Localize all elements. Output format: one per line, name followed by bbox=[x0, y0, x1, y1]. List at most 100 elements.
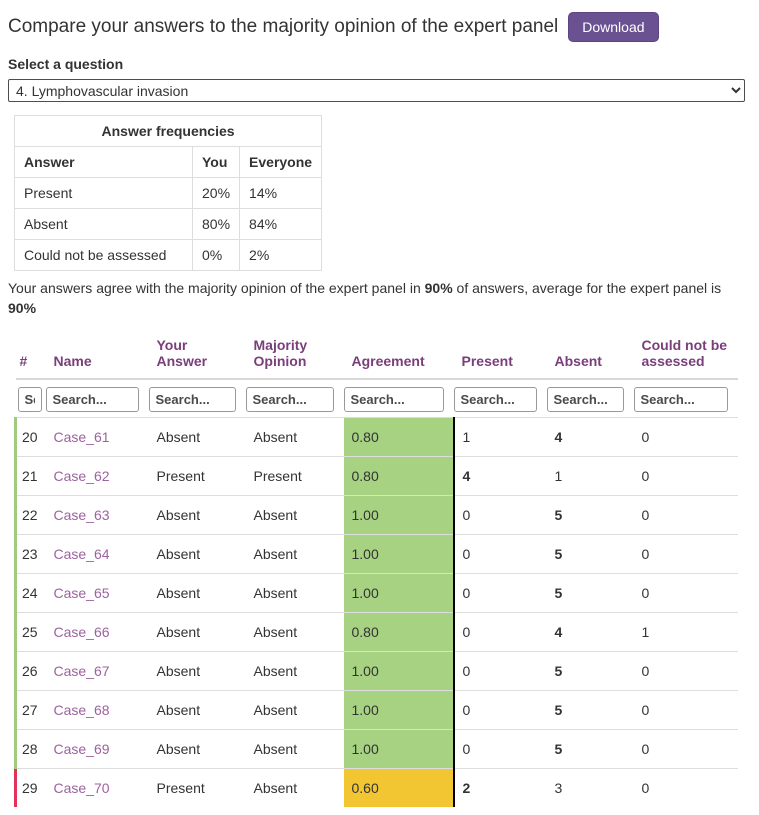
row-number: 22 bbox=[16, 495, 46, 534]
present-count: 0 bbox=[454, 729, 547, 768]
could-not-be-assessed-count: 0 bbox=[634, 768, 738, 807]
table-row: 28 Case_69 Absent Absent 1.00 0 5 0 bbox=[16, 729, 738, 768]
could-not-be-assessed-count: 0 bbox=[634, 456, 738, 495]
results-header-row: # Name Your Answer Majority Opinion Agre… bbox=[16, 335, 738, 379]
row-number: 27 bbox=[16, 690, 46, 729]
table-row: 23 Case_64 Absent Absent 1.00 0 5 0 bbox=[16, 534, 738, 573]
freq-row: Present 20% 14% bbox=[15, 178, 322, 209]
could-not-be-assessed-count: 1 bbox=[634, 612, 738, 651]
results-table: # Name Your Answer Majority Opinion Agre… bbox=[14, 335, 738, 807]
download-button[interactable]: Download bbox=[568, 12, 658, 42]
absent-count: 5 bbox=[547, 651, 634, 690]
table-row: 26 Case_67 Absent Absent 1.00 0 5 0 bbox=[16, 651, 738, 690]
agreement-cell: 1.00 bbox=[344, 495, 454, 534]
case-link[interactable]: Case_65 bbox=[54, 585, 110, 601]
column-header-name[interactable]: Name bbox=[46, 335, 149, 379]
column-header-number[interactable]: # bbox=[16, 335, 46, 379]
answer-frequencies-table: Answer frequencies Answer You Everyone P… bbox=[14, 115, 322, 271]
search-input-number[interactable] bbox=[18, 387, 42, 412]
column-header-your-answer[interactable]: Your Answer bbox=[149, 335, 246, 379]
case-link[interactable]: Case_67 bbox=[54, 663, 110, 679]
could-not-be-assessed-count: 0 bbox=[634, 573, 738, 612]
freq-everyone: 2% bbox=[240, 240, 322, 271]
column-header-could-not-be-assessed[interactable]: Could not be assessed bbox=[634, 335, 738, 379]
row-number: 28 bbox=[16, 729, 46, 768]
absent-count: 5 bbox=[547, 534, 634, 573]
your-answer-cell: Absent bbox=[149, 651, 246, 690]
case-link[interactable]: Case_64 bbox=[54, 546, 110, 562]
case-link[interactable]: Case_69 bbox=[54, 741, 110, 757]
row-number: 26 bbox=[16, 651, 46, 690]
table-row: 22 Case_63 Absent Absent 1.00 0 5 0 bbox=[16, 495, 738, 534]
agreement-cell: 1.00 bbox=[344, 534, 454, 573]
majority-opinion-cell: Absent bbox=[246, 534, 344, 573]
present-count: 2 bbox=[454, 768, 547, 807]
freq-col-answer: Answer bbox=[15, 147, 193, 178]
absent-count: 3 bbox=[547, 768, 634, 807]
could-not-be-assessed-count: 0 bbox=[634, 417, 738, 456]
present-count: 0 bbox=[454, 495, 547, 534]
present-count: 4 bbox=[454, 456, 547, 495]
case-link[interactable]: Case_62 bbox=[54, 468, 110, 484]
row-number: 20 bbox=[16, 417, 46, 456]
could-not-be-assessed-count: 0 bbox=[634, 729, 738, 768]
agreement-cell: 1.00 bbox=[344, 690, 454, 729]
freq-everyone: 14% bbox=[240, 178, 322, 209]
column-header-absent[interactable]: Absent bbox=[547, 335, 634, 379]
case-link[interactable]: Case_68 bbox=[54, 702, 110, 718]
search-input-majority-opinion[interactable] bbox=[246, 387, 334, 412]
freq-col-you: You bbox=[193, 147, 240, 178]
your-answer-cell: Present bbox=[149, 456, 246, 495]
freq-answer: Present bbox=[15, 178, 193, 209]
freq-you: 80% bbox=[193, 209, 240, 240]
summary-text: Your answers agree with the majority opi… bbox=[8, 280, 425, 296]
case-link[interactable]: Case_66 bbox=[54, 624, 110, 640]
table-row: 24 Case_65 Absent Absent 1.00 0 5 0 bbox=[16, 573, 738, 612]
page-title: Compare your answers to the majority opi… bbox=[8, 16, 558, 38]
your-answer-cell: Absent bbox=[149, 690, 246, 729]
absent-count: 5 bbox=[547, 495, 634, 534]
row-number: 25 bbox=[16, 612, 46, 651]
question-select[interactable]: 4. Lymphovascular invasion bbox=[8, 79, 745, 102]
absent-count: 5 bbox=[547, 690, 634, 729]
search-input-absent[interactable] bbox=[547, 387, 624, 412]
table-row: 21 Case_62 Present Present 0.80 4 1 0 bbox=[16, 456, 738, 495]
table-row: 20 Case_61 Absent Absent 0.80 1 4 0 bbox=[16, 417, 738, 456]
case-link[interactable]: Case_63 bbox=[54, 507, 110, 523]
majority-opinion-cell: Absent bbox=[246, 768, 344, 807]
agreement-cell: 1.00 bbox=[344, 651, 454, 690]
could-not-be-assessed-count: 0 bbox=[634, 495, 738, 534]
majority-opinion-cell: Absent bbox=[246, 651, 344, 690]
column-header-majority-opinion[interactable]: Majority Opinion bbox=[246, 335, 344, 379]
case-link[interactable]: Case_61 bbox=[54, 429, 110, 445]
freq-answer: Could not be assessed bbox=[15, 240, 193, 271]
summary-text: of answers, average for the expert panel… bbox=[453, 280, 721, 296]
freq-everyone: 84% bbox=[240, 209, 322, 240]
majority-opinion-cell: Absent bbox=[246, 612, 344, 651]
agreement-cell: 0.80 bbox=[344, 417, 454, 456]
freq-row: Absent 80% 84% bbox=[15, 209, 322, 240]
your-agreement-percent: 90% bbox=[425, 280, 453, 296]
column-header-agreement[interactable]: Agreement bbox=[344, 335, 454, 379]
search-input-name[interactable] bbox=[46, 387, 139, 412]
your-answer-cell: Absent bbox=[149, 729, 246, 768]
column-header-present[interactable]: Present bbox=[454, 335, 547, 379]
search-input-could-not-be-assessed[interactable] bbox=[634, 387, 728, 412]
freq-answer: Absent bbox=[15, 209, 193, 240]
freq-col-everyone: Everyone bbox=[240, 147, 322, 178]
search-input-present[interactable] bbox=[454, 387, 537, 412]
absent-count: 5 bbox=[547, 573, 634, 612]
absent-count: 1 bbox=[547, 456, 634, 495]
search-input-your-answer[interactable] bbox=[149, 387, 236, 412]
could-not-be-assessed-count: 0 bbox=[634, 651, 738, 690]
your-answer-cell: Absent bbox=[149, 417, 246, 456]
present-count: 0 bbox=[454, 534, 547, 573]
freq-you: 20% bbox=[193, 178, 240, 209]
present-count: 1 bbox=[454, 417, 547, 456]
freq-you: 0% bbox=[193, 240, 240, 271]
your-answer-cell: Absent bbox=[149, 534, 246, 573]
agreement-cell: 0.60 bbox=[344, 768, 454, 807]
case-link[interactable]: Case_70 bbox=[54, 780, 110, 796]
search-input-agreement[interactable] bbox=[344, 387, 444, 412]
majority-opinion-cell: Absent bbox=[246, 495, 344, 534]
